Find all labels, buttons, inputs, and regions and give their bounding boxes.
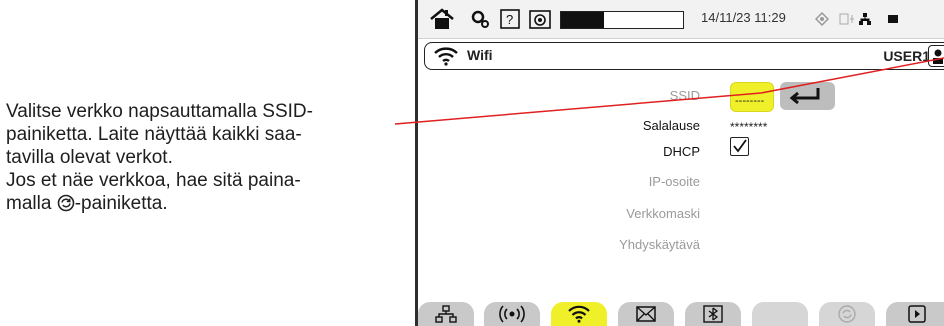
camera-icon-graphic[interactable] [525,6,555,32]
device-screen: ? 14/11/23 11:29 Wifi USER1 SSID -------… [415,0,944,326]
tab-bluetooth[interactable] [685,302,741,326]
password-label: Salalause [642,118,700,133]
refresh-icon [57,194,75,212]
settings-icon[interactable] [468,6,492,32]
home-icon[interactable] [428,6,456,32]
annotation-line-4: Jos et näe verkkoa, hae sitä paina- [6,170,301,191]
user-label: USER1 [883,48,930,64]
battery-gauge [560,11,684,29]
title-bar: Wifi USER1 [424,42,944,70]
refresh-icon [838,305,856,323]
annotation-text: Valitse verkko napsauttamalla SSID- pain… [6,100,401,215]
ssid-label: SSID [669,88,700,103]
svg-text:?: ? [506,12,513,27]
wifi-icon [433,46,459,71]
page-title: Wifi [467,47,493,63]
annotation-line-5-post: -painiketta. [74,193,168,214]
checkmark-icon [733,139,747,153]
dhcp-checkbox[interactable] [730,137,749,156]
bluetooth-icon [703,305,723,323]
tab-refresh[interactable] [819,302,875,326]
tab-ethernet[interactable] [418,302,474,326]
wifi-icon [568,305,590,323]
tab-play[interactable] [886,302,944,326]
password-field[interactable]: ******** [730,120,767,134]
annotation-line-1: Valitse verkko napsauttamalla SSID- [6,101,313,122]
datetime: 14/11/23 11:29 [701,10,786,25]
tab-broadcast[interactable] [484,302,540,326]
play-icon [907,305,926,323]
user-profile-icon[interactable] [928,45,944,67]
signal-icon [813,6,831,32]
ssid-button[interactable]: -------- [730,82,774,112]
dhcp-label: DHCP [663,144,700,159]
gateway-label: Yhdyskäytävä [619,237,700,252]
mail-icon [636,306,656,322]
tab-mail[interactable] [618,302,674,326]
tab-empty[interactable] [752,302,808,326]
broadcast-icon [499,305,525,323]
ssid-value: -------- [735,95,765,107]
bottom-tab-bar [418,302,944,326]
netmask-label: Verkkomaski [626,206,700,221]
help-icon[interactable]: ? [497,6,523,32]
network-status-icon [838,6,878,32]
status-bar: ? 14/11/23 11:29 [418,0,944,39]
tab-wifi[interactable] [551,302,607,326]
battery-mini-icon [883,6,903,32]
ip-label: IP-osoite [648,174,700,189]
enter-icon [789,88,820,105]
enter-button[interactable] [780,82,835,110]
annotation-line-3: tavilla olevat verkot. [6,147,173,168]
ethernet-icon [435,305,457,323]
annotation-line-5: malla -painiketta. [6,192,401,215]
annotation-line-5-pre: malla [6,193,57,214]
annotation-line-2: painiketta. Laite näyttää kaikki saa- [6,124,302,145]
